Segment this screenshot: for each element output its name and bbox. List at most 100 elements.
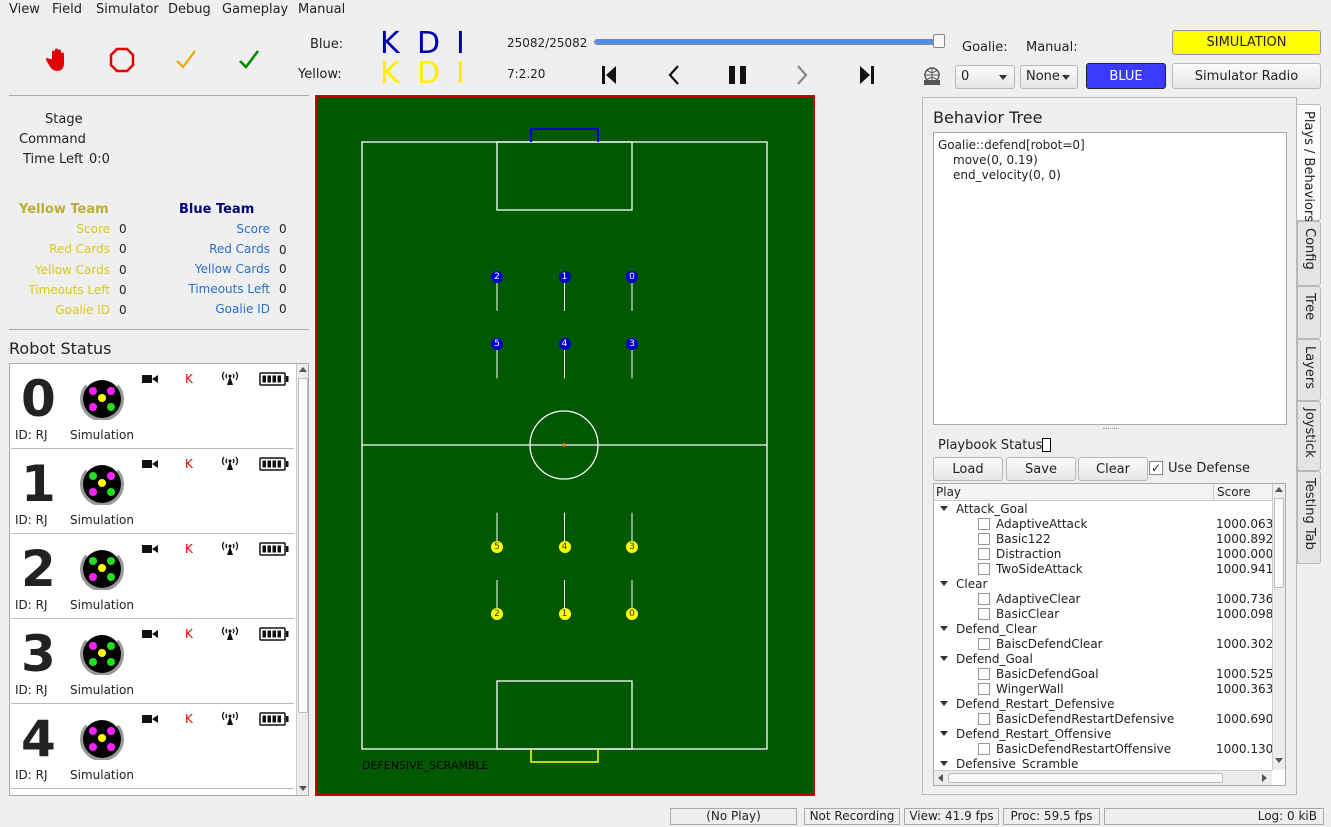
splitter-handle[interactable] <box>1103 428 1119 430</box>
play-row[interactable]: Distraction 1000.000 <box>934 547 1272 562</box>
goalie-select[interactable]: 0 <box>955 65 1015 89</box>
tab-layers[interactable]: Layers <box>1297 339 1321 401</box>
playback-slider[interactable] <box>594 39 940 45</box>
robot-id: ID: RJ <box>15 598 48 612</box>
play-row[interactable]: TwoSideAttack 1000.941 <box>934 562 1272 577</box>
yellow-robot[interactable]: 1 <box>558 608 571 621</box>
play-name: BasicDefendRestartDefensive <box>996 712 1175 726</box>
play-enable-checkbox[interactable] <box>978 608 990 620</box>
skip-to-end-button[interactable] <box>858 64 876 89</box>
blue-robot[interactable]: 4 <box>558 338 571 351</box>
tab-tree[interactable]: Tree <box>1297 286 1321 339</box>
ready-button[interactable] <box>166 40 206 80</box>
force-start-button[interactable] <box>229 40 269 80</box>
chevron-down-icon[interactable] <box>940 581 948 586</box>
divider <box>9 95 309 96</box>
play-row[interactable]: BasicDefendGoal 1000.525 <box>934 667 1272 682</box>
robot-status-card[interactable]: 2 K ID: RJ Simulation <box>11 534 294 619</box>
halt-button[interactable] <box>38 40 78 80</box>
field-view[interactable]: 210543543210 DEFENSIVE_SCRAMBLE <box>315 95 815 796</box>
play-name: AdaptiveAttack <box>996 517 1088 531</box>
blue-robot[interactable]: 1 <box>558 270 571 283</box>
menu-debug[interactable]: Debug <box>168 2 211 17</box>
yellow-robot[interactable]: 0 <box>626 608 638 621</box>
camera-icon <box>142 545 158 553</box>
simulator-radio-button[interactable]: Simulator Radio <box>1172 63 1321 89</box>
play-enable-checkbox[interactable] <box>978 713 990 725</box>
play-enable-checkbox[interactable] <box>978 563 990 575</box>
simulation-button[interactable]: SIMULATION <box>1172 30 1321 55</box>
play-enable-checkbox[interactable] <box>978 533 990 545</box>
tab-joystick[interactable]: Joystick <box>1297 401 1321 471</box>
chevron-down-icon[interactable] <box>940 761 948 766</box>
play-row[interactable]: WingerWall 1000.363 <box>934 682 1272 697</box>
pause-button[interactable] <box>727 64 749 89</box>
play-enable-checkbox[interactable] <box>978 518 990 530</box>
stop-button[interactable] <box>102 40 142 80</box>
menu-manual[interactable]: Manual <box>298 2 345 17</box>
save-button[interactable]: Save <box>1006 457 1076 481</box>
play-enable-checkbox[interactable] <box>978 743 990 755</box>
tab-config[interactable]: Config <box>1297 221 1321 286</box>
play-score: 1000.892 <box>1216 532 1272 546</box>
blue-team-button[interactable]: BLUE <box>1086 63 1166 89</box>
robot-status-card[interactable]: 0 K ID: RJ Simulation <box>11 364 294 449</box>
play-row[interactable]: Basic122 1000.892 <box>934 532 1272 547</box>
menu-gameplay[interactable]: Gameplay <box>222 2 288 17</box>
plays-vscroll-thumb[interactable] <box>1274 498 1284 588</box>
behavior-tree-text[interactable]: Goalie::defend[robot=0] move(0, 0.19) en… <box>933 132 1287 425</box>
play-row[interactable]: BaiscDefendClear 1000.302 <box>934 637 1272 652</box>
robot-status-card[interactable]: 3 K ID: RJ Simulation <box>11 619 294 704</box>
play-row[interactable]: BasicClear 1000.098 <box>934 607 1272 622</box>
playback-slider-handle[interactable] <box>933 34 945 48</box>
stop-octagon-icon <box>109 47 135 73</box>
tab-testing[interactable]: Testing Tab <box>1297 471 1321 564</box>
play-enable-checkbox[interactable] <box>978 668 990 680</box>
plays-hscroll-thumb[interactable] <box>948 773 1223 783</box>
menu-simulator[interactable]: Simulator <box>96 2 159 17</box>
load-button[interactable]: Load <box>933 457 1003 481</box>
chevron-down-icon[interactable] <box>940 506 948 511</box>
yellow-robot[interactable]: 3 <box>626 540 638 553</box>
blue-label: Blue: <box>310 37 344 52</box>
camera-icon <box>142 715 158 723</box>
play-group-name: Defend_Clear <box>956 622 1037 636</box>
clear-button[interactable]: Clear <box>1078 457 1148 481</box>
menu-field[interactable]: Field <box>52 2 82 17</box>
play-row[interactable]: AdaptiveAttack 1000.063 <box>934 517 1272 532</box>
play-score: 1000.690 <box>1216 712 1272 726</box>
play-enable-checkbox[interactable] <box>978 683 990 695</box>
menu-view[interactable]: View <box>9 2 40 17</box>
blue-robot[interactable]: 2 <box>491 270 503 283</box>
robot-list-scrollbar[interactable] <box>296 364 308 795</box>
plays-table-vscrollbar[interactable] <box>1272 484 1285 770</box>
play-enable-checkbox[interactable] <box>978 638 990 650</box>
robot-list-scroll-thumb[interactable] <box>298 378 308 713</box>
plays-table-header: Play Score <box>934 484 1272 501</box>
play-enable-checkbox[interactable] <box>978 593 990 605</box>
step-forward-button[interactable] <box>794 64 810 89</box>
play-row[interactable]: BasicDefendRestartDefensive 1000.690 <box>934 712 1272 727</box>
step-back-button[interactable] <box>666 64 682 89</box>
play-row[interactable]: BasicDefendRestartOffensive 1000.130 <box>934 742 1272 757</box>
manual-select[interactable]: None <box>1020 65 1078 89</box>
yellow-robot[interactable]: 4 <box>558 540 571 553</box>
play-row[interactable]: AdaptiveClear 1000.736 <box>934 592 1272 607</box>
robot-status-card[interactable]: 1 K ID: RJ Simulation <box>11 449 294 534</box>
use-defense-checkbox[interactable]: ✓ <box>1149 461 1163 475</box>
chevron-down-icon[interactable] <box>940 656 948 661</box>
play-enable-checkbox[interactable] <box>978 548 990 560</box>
plays-table-hscrollbar[interactable] <box>934 770 1272 785</box>
chevron-down-icon[interactable] <box>940 731 948 736</box>
robot-status-card[interactable]: 4 K ID: RJ Simulation <box>11 704 294 789</box>
tab-plays-behaviors[interactable]: Plays / Behaviors <box>1297 104 1321 222</box>
skip-to-start-button[interactable] <box>600 64 618 89</box>
chevron-down-icon[interactable] <box>940 701 948 706</box>
stage-label: Stage <box>45 112 83 127</box>
chevron-down-icon[interactable] <box>940 626 948 631</box>
yellow-robot[interactable]: 2 <box>491 608 503 621</box>
yellow-team-title: Yellow Team <box>19 202 109 217</box>
blue-robot[interactable]: 0 <box>626 270 638 283</box>
yellow-robot[interactable]: 5 <box>491 540 503 553</box>
play-score: 1000.063 <box>1216 517 1272 531</box>
